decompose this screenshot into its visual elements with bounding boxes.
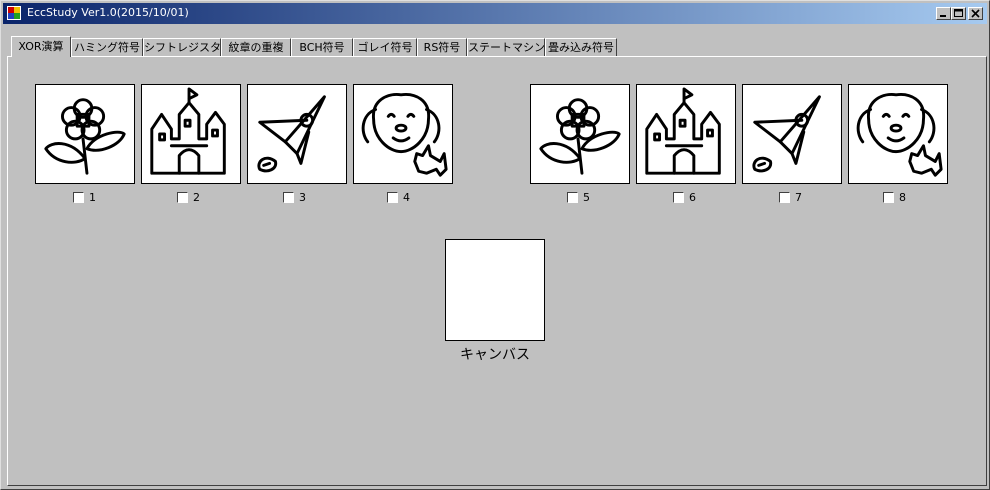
tab-rs[interactable]: RS符号 [417, 38, 467, 56]
checkbox-label: 7 [795, 191, 802, 204]
checkbox-box[interactable] [883, 192, 894, 203]
close-button[interactable] [968, 7, 983, 20]
maximize-icon [954, 9, 963, 17]
maximize-button[interactable] [951, 7, 966, 20]
dog-icon [856, 93, 943, 177]
picture-box-4 [353, 84, 453, 184]
app-window: EccStudy Ver1.0(2015/10/01) XOR演算 ハミング符号… [0, 0, 990, 490]
flower-icon [44, 98, 126, 175]
window-title: EccStudy Ver1.0(2015/10/01) [27, 6, 189, 19]
checkbox-label: 6 [689, 191, 696, 204]
castle-icon [150, 87, 226, 175]
picture-box-7 [742, 84, 842, 184]
checkbox-label: 8 [899, 191, 906, 204]
tab-hamming[interactable]: ハミング符号 [71, 38, 143, 56]
tab-bch[interactable]: BCH符号 [291, 38, 353, 56]
dog-icon [361, 93, 448, 177]
checkbox-box[interactable] [779, 192, 790, 203]
flower-icon [539, 98, 621, 175]
tab-convolution[interactable]: 畳み込み符号 [545, 38, 617, 56]
checkbox-box[interactable] [283, 192, 294, 203]
tab-crest-overlap[interactable]: 紋章の重複 [221, 38, 291, 56]
checkbox-box[interactable] [567, 192, 578, 203]
checkbox-label: 2 [193, 191, 200, 204]
checkbox-label: 3 [299, 191, 306, 204]
tab-golay[interactable]: ゴレイ符号 [353, 38, 417, 56]
checkbox-box[interactable] [177, 192, 188, 203]
picture-box-6 [636, 84, 736, 184]
minimize-button[interactable] [936, 7, 951, 20]
tab-shift-register[interactable]: シフトレジスタ [143, 38, 221, 56]
close-icon [971, 9, 980, 18]
checkbox-box[interactable] [387, 192, 398, 203]
picture-box-1 [35, 84, 135, 184]
title-bar[interactable]: EccStudy Ver1.0(2015/10/01) [3, 3, 987, 24]
checkbox-box[interactable] [73, 192, 84, 203]
picture-box-8 [848, 84, 948, 184]
castle-icon [645, 87, 721, 175]
minimize-icon [940, 15, 946, 17]
checkbox-label: 1 [89, 191, 96, 204]
picture-box-5 [530, 84, 630, 184]
tab-state-machine[interactable]: ステートマシン [467, 38, 545, 56]
tab-xor[interactable]: XOR演算 [11, 36, 71, 57]
picture-box-2 [141, 84, 241, 184]
checkbox-box[interactable] [673, 192, 684, 203]
canvas-box[interactable] [445, 239, 545, 341]
checkbox-label: 5 [583, 191, 590, 204]
app-icon [7, 6, 21, 20]
checkbox-label: 4 [403, 191, 410, 204]
picture-box-3 [247, 84, 347, 184]
canvas-label: キャンバス [460, 347, 530, 363]
rocket-icon [257, 95, 326, 173]
rocket-icon [752, 95, 821, 173]
